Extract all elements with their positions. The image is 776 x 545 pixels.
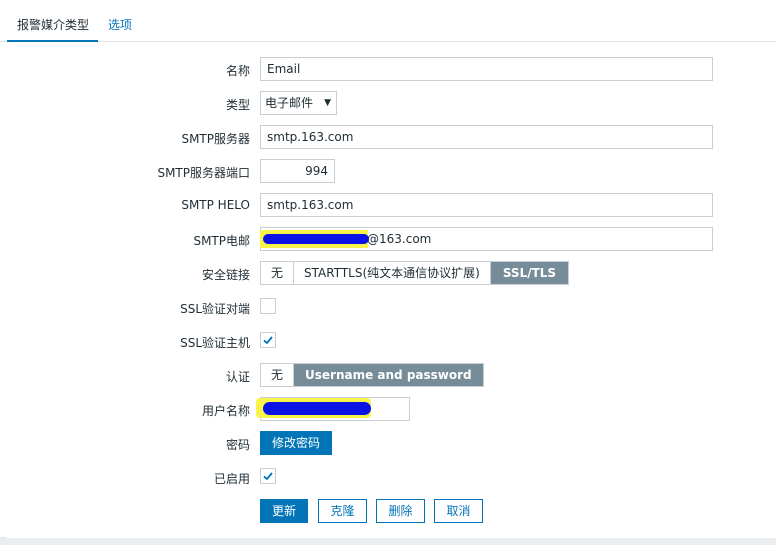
auth-label: 认证	[225, 370, 250, 384]
smtp-helo-label: SMTP HELO	[181, 198, 250, 212]
smtp-email-input[interactable]: @163.com	[260, 227, 713, 251]
type-select[interactable]: 电子邮件 ▼	[260, 91, 337, 115]
username-label: 用户名称	[201, 404, 250, 418]
name-input[interactable]	[260, 57, 713, 81]
auth-option-none[interactable]: 无	[261, 364, 295, 386]
change-password-button[interactable]: 修改密码	[260, 431, 332, 455]
smtp-server-input[interactable]	[260, 125, 713, 149]
redaction-mark	[263, 402, 371, 415]
type-select-value: 电子邮件	[265, 96, 314, 110]
clone-button[interactable]: 克隆	[318, 499, 367, 523]
redaction-mark	[263, 234, 369, 244]
chevron-down-icon: ▼	[324, 98, 331, 108]
smtp-port-label: SMTP服务器端口	[157, 166, 250, 180]
security-option-ssl-tls[interactable]: SSL/TLS	[490, 262, 569, 284]
checkmark-icon	[263, 336, 273, 345]
password-label: 密码	[225, 438, 250, 452]
tab-media-type[interactable]: 报警媒介类型	[7, 17, 98, 42]
auth-segmented-control: 无 Username and password	[260, 363, 484, 387]
enabled-checkbox[interactable]	[260, 468, 276, 484]
security-label: 安全链接	[201, 268, 250, 282]
cancel-button[interactable]: 取消	[434, 499, 483, 523]
smtp-server-label: SMTP服务器	[181, 132, 250, 146]
security-option-starttls[interactable]: STARTTLS(纯文本通信协议扩展)	[294, 262, 491, 284]
tab-options[interactable]: 选项	[108, 17, 132, 42]
ssl-verify-host-label: SSL验证主机	[180, 336, 250, 350]
update-button[interactable]: 更新	[260, 499, 308, 523]
delete-button[interactable]: 删除	[376, 499, 425, 523]
checkmark-icon	[263, 472, 273, 481]
media-type-panel: 报警媒介类型 选项 名称 类型 电子邮件 ▼ SMTP服务器 SMTP服务器端口…	[0, 0, 776, 538]
ssl-verify-host-checkbox[interactable]	[260, 332, 276, 348]
tab-bar: 报警媒介类型 选项	[0, 0, 776, 42]
ssl-verify-peer-label: SSL验证对端	[180, 302, 250, 316]
name-label: 名称	[225, 64, 250, 78]
auth-option-username-password[interactable]: Username and password	[294, 364, 483, 386]
username-input[interactable]	[256, 397, 410, 421]
media-type-form: 名称 类型 电子邮件 ▼ SMTP服务器 SMTP服务器端口 SMTP HELO…	[6, 42, 776, 538]
ssl-verify-peer-checkbox[interactable]	[260, 298, 276, 314]
smtp-helo-input[interactable]	[260, 193, 713, 217]
smtp-port-input[interactable]	[260, 159, 335, 183]
type-label: 类型	[225, 98, 250, 112]
smtp-email-suffix: @163.com	[367, 232, 432, 246]
enabled-label: 已启用	[213, 472, 250, 486]
security-option-none[interactable]: 无	[261, 262, 295, 284]
smtp-email-label: SMTP电邮	[193, 234, 250, 248]
security-segmented-control: 无 STARTTLS(纯文本通信协议扩展) SSL/TLS	[260, 261, 570, 285]
